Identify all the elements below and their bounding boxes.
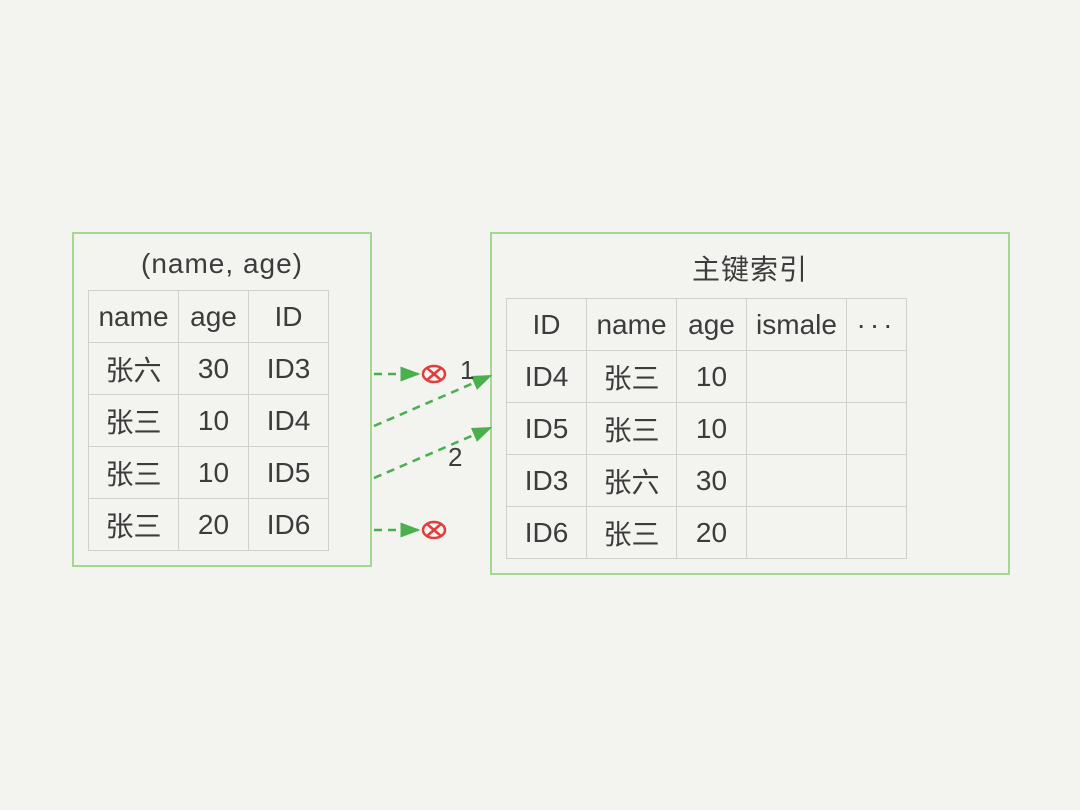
cell: ID5: [507, 403, 587, 455]
cell: ID3: [249, 343, 329, 395]
cell: 张三: [89, 395, 179, 447]
cell: 30: [179, 343, 249, 395]
table-row: 张三 10 ID5: [89, 447, 329, 499]
cell: [747, 507, 847, 559]
cell: ID6: [507, 507, 587, 559]
primary-index-table: ID name age ismale ··· ID4 张三 10 ID5 张三 …: [506, 298, 907, 559]
arrow-lookup-2: [374, 428, 490, 478]
cell: 张六: [587, 455, 677, 507]
table-row: 张三 20 ID6: [89, 499, 329, 551]
cell: 10: [677, 351, 747, 403]
col-header: age: [179, 291, 249, 343]
cell: [847, 351, 907, 403]
secondary-index-table: name age ID 张六 30 ID3 张三 10 ID4 张三 10 ID…: [88, 290, 329, 551]
cell: 张六: [89, 343, 179, 395]
cross-icon: [427, 524, 441, 536]
cross-circle-icon: [423, 522, 445, 538]
cell: 10: [677, 403, 747, 455]
cell: ID4: [249, 395, 329, 447]
col-header: ···: [847, 299, 907, 351]
cell: [847, 403, 907, 455]
cross-icon: [427, 368, 441, 380]
secondary-index-panel: (name, age) name age ID 张六 30 ID3 张三 10 …: [72, 232, 372, 567]
cell: 张三: [587, 507, 677, 559]
cell: 张三: [587, 351, 677, 403]
col-header: name: [89, 291, 179, 343]
arrow-label-1: 1: [460, 355, 474, 386]
table-row: ID4 张三 10: [507, 351, 907, 403]
cell: 张三: [587, 403, 677, 455]
cell: 10: [179, 395, 249, 447]
cell: [747, 403, 847, 455]
table-row: ID3 张六 30: [507, 455, 907, 507]
table-row: 张六 30 ID3: [89, 343, 329, 395]
primary-index-title: 主键索引: [506, 248, 994, 288]
col-header: ID: [507, 299, 587, 351]
table-row: ID6 张三 20: [507, 507, 907, 559]
cross-icon: [427, 524, 441, 536]
cell: ID5: [249, 447, 329, 499]
cell: [847, 507, 907, 559]
cell: 20: [179, 499, 249, 551]
cell: ID4: [507, 351, 587, 403]
col-header: name: [587, 299, 677, 351]
col-header: ID: [249, 291, 329, 343]
cross-icon: [427, 368, 441, 380]
cell: [847, 455, 907, 507]
primary-index-panel: 主键索引 ID name age ismale ··· ID4 张三 10 ID…: [490, 232, 1010, 575]
table-row: 张三 10 ID4: [89, 395, 329, 447]
cell: 张三: [89, 499, 179, 551]
cell: 10: [179, 447, 249, 499]
col-header: age: [677, 299, 747, 351]
cell: ID3: [507, 455, 587, 507]
cell: 张三: [89, 447, 179, 499]
cell: [747, 351, 847, 403]
secondary-index-title: (name, age): [88, 248, 356, 280]
cell: 30: [677, 455, 747, 507]
cell: ID6: [249, 499, 329, 551]
cell: 20: [677, 507, 747, 559]
cell: [747, 455, 847, 507]
arrow-label-2: 2: [448, 442, 462, 473]
cross-circle-icon: [423, 366, 445, 382]
table-row: ID5 张三 10: [507, 403, 907, 455]
col-header: ismale: [747, 299, 847, 351]
